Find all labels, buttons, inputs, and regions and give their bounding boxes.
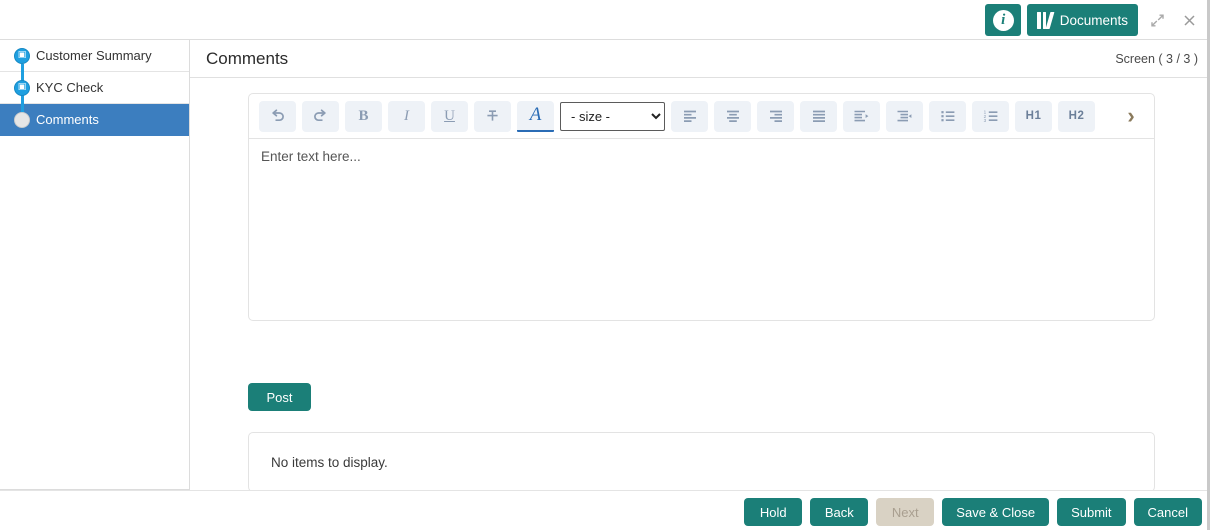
sidebar-step-label: Customer Summary (36, 48, 152, 63)
outdent-icon[interactable] (886, 100, 923, 132)
restore-icon (1150, 13, 1165, 28)
comments-list: No items to display. (248, 432, 1155, 492)
documents-button[interactable]: Documents (1027, 4, 1138, 36)
strikethrough-icon[interactable] (474, 100, 511, 132)
align-center-icon[interactable] (714, 100, 751, 132)
back-button[interactable]: Back (810, 498, 869, 526)
numbered-list-icon[interactable]: 123 (972, 100, 1009, 132)
empty-state-text: No items to display. (271, 454, 388, 470)
books-icon (1037, 11, 1055, 29)
heading-1-button[interactable]: H1 (1015, 100, 1052, 132)
screen-indicator: Screen ( 3 / 3 ) (1115, 51, 1198, 66)
page-title: Comments (206, 48, 289, 68)
indent-icon[interactable] (843, 100, 880, 132)
step-completed-icon: ▣ (14, 79, 30, 96)
sidebar-step-comments[interactable]: Comments (0, 104, 189, 136)
window-top-bar: i Documents (0, 0, 1210, 40)
chevron-right-icon[interactable]: › (1114, 94, 1148, 138)
save-and-close-button[interactable]: Save & Close (942, 498, 1050, 526)
close-button[interactable] (1176, 7, 1202, 33)
editor-toolbar: B I U A - size - 1 2 3 H1 H2 › (248, 93, 1155, 139)
sidebar-step-customer-summary[interactable]: ▣ Customer Summary (0, 40, 189, 72)
align-right-icon[interactable] (757, 100, 794, 132)
cancel-button[interactable]: Cancel (1133, 498, 1202, 526)
heading-2-button[interactable]: H2 (1058, 100, 1095, 132)
footer-actions: Hold Back Next Save & Close Submit Cance… (744, 498, 1202, 526)
font-color-icon[interactable]: A (517, 100, 554, 132)
italic-icon[interactable]: I (388, 100, 425, 132)
bullet-list-icon[interactable] (929, 100, 966, 132)
comment-textarea[interactable]: Enter text here... (248, 139, 1155, 321)
sidebar-step-label: Comments (36, 112, 99, 127)
info-icon: i (992, 9, 1014, 31)
window-top-bar-actions: i Documents (985, 4, 1202, 36)
undo-icon[interactable] (259, 100, 296, 132)
underline-icon[interactable]: U (431, 100, 468, 132)
restore-button[interactable] (1144, 7, 1170, 33)
sidebar-step-kyc-check[interactable]: ▣ KYC Check (0, 72, 189, 104)
redo-icon[interactable] (302, 100, 339, 132)
hold-button[interactable]: Hold (744, 498, 803, 526)
svg-text:3: 3 (983, 118, 986, 123)
next-button: Next (876, 498, 935, 526)
bold-icon[interactable]: B (345, 100, 382, 132)
documents-button-label: Documents (1059, 12, 1128, 28)
post-button[interactable]: Post (248, 383, 311, 411)
align-left-icon[interactable] (671, 100, 708, 132)
workflow-sidebar: ▣ Customer Summary ▣ KYC Check Comments (0, 40, 190, 490)
footer-bar: Hold Back Next Save & Close Submit Cance… (0, 490, 1210, 530)
font-size-select[interactable]: - size - (560, 101, 665, 131)
align-justify-icon[interactable] (800, 100, 837, 132)
step-completed-icon: ▣ (14, 47, 30, 64)
application-window: i Documents ▣ Customer Summary ▣ KYC Che… (0, 0, 1210, 530)
main-content: Comments Screen ( 3 / 3 ) B I U A - size… (190, 40, 1210, 503)
info-button[interactable]: i (985, 4, 1022, 36)
rich-text-editor: B I U A - size - 1 2 3 H1 H2 › Enter tex… (248, 93, 1155, 321)
submit-button[interactable]: Submit (1057, 498, 1126, 526)
close-icon (1182, 13, 1197, 28)
step-current-icon (14, 111, 30, 128)
sidebar-step-label: KYC Check (36, 80, 104, 95)
page-header: Comments Screen ( 3 / 3 ) (190, 40, 1210, 78)
